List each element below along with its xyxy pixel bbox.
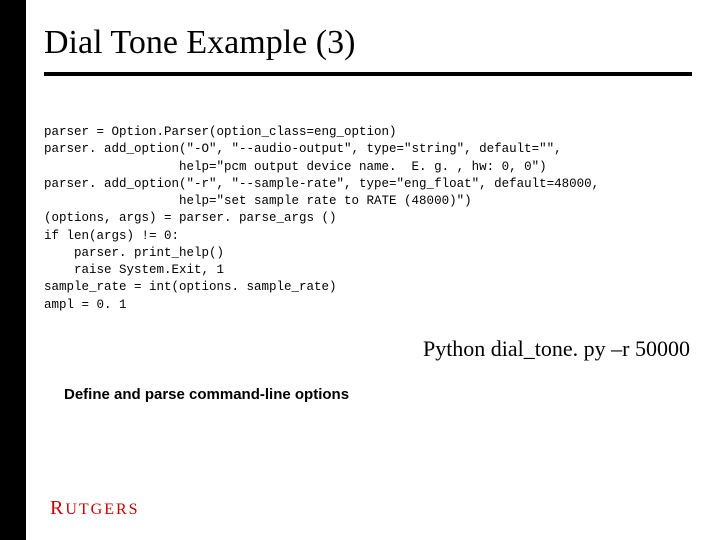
code-block: parser = Option.Parser(option_class=eng_…	[44, 124, 692, 314]
rutgers-logo: RUTGERS	[50, 497, 140, 520]
left-accent-bar	[0, 0, 26, 540]
slide-content: Dial Tone Example (3) parser = Option.Pa…	[26, 0, 720, 403]
logo-first-letter: R	[50, 497, 65, 519]
logo-rest: UTGERS	[65, 501, 139, 518]
slide-title: Dial Tone Example (3)	[44, 24, 692, 62]
caption-text: Define and parse command-line options	[64, 386, 692, 403]
command-line-example: Python dial_tone. py –r 50000	[44, 336, 692, 362]
title-underline	[44, 72, 692, 76]
